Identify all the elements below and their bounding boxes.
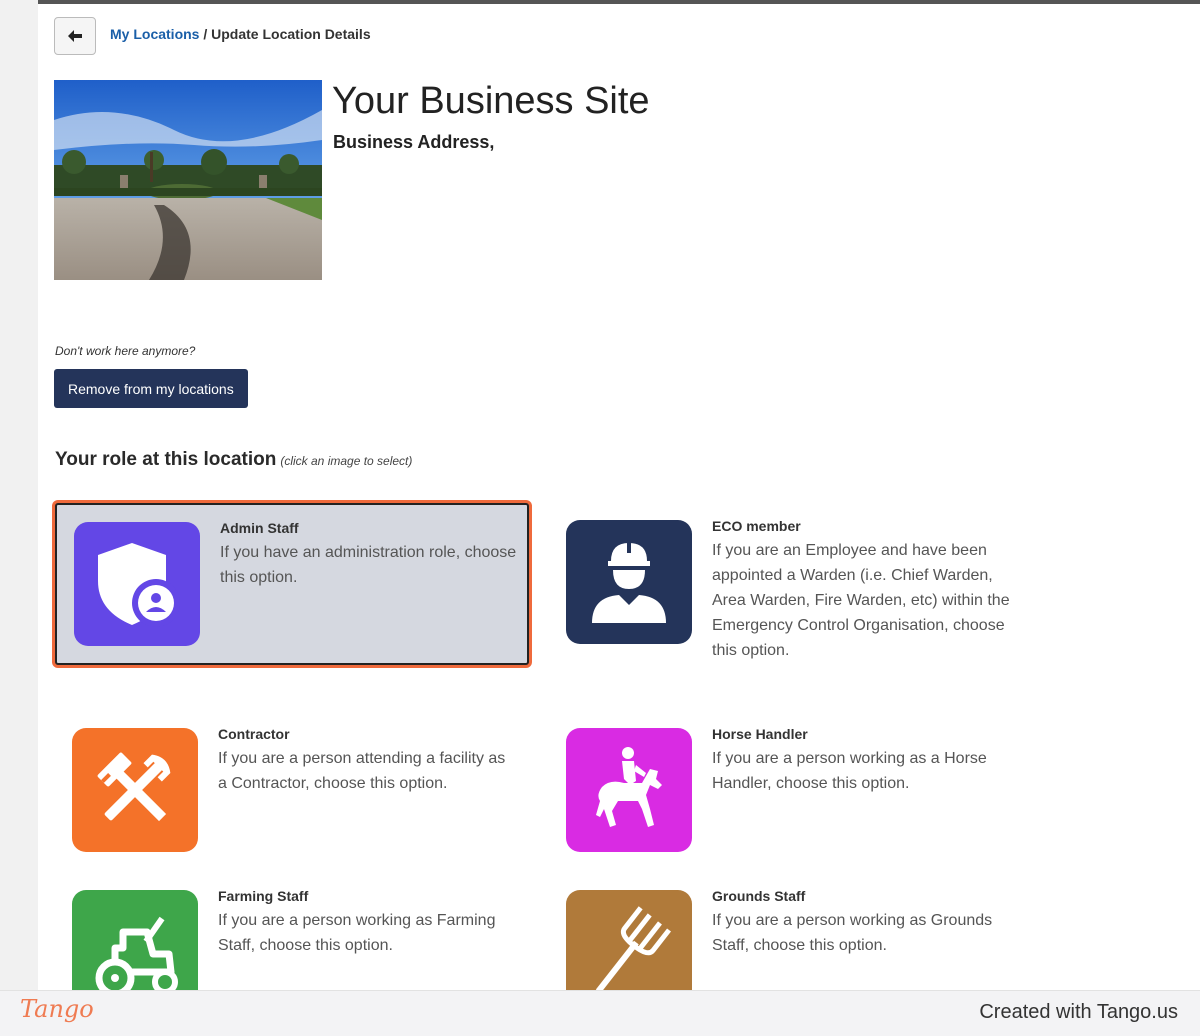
tango-footer: Tango Created with Tango.us [0, 990, 1200, 1036]
role-card-contractor[interactable]: Contractor If you are a person attending… [55, 711, 525, 869]
breadcrumb: My Locations / Update Location Details [110, 26, 371, 42]
hardhat-worker-icon[interactable] [566, 520, 692, 644]
shield-user-icon[interactable] [74, 522, 200, 646]
role-section-hint: (click an image to select) [280, 454, 413, 468]
tools-icon[interactable] [72, 728, 198, 852]
leave-location-note: Don't work here anymore? [55, 344, 196, 358]
pitchfork-icon[interactable] [566, 890, 692, 990]
role-description: If you are a person attending a facility… [218, 750, 506, 792]
arrow-left-icon [68, 30, 82, 42]
breadcrumb-my-locations-link[interactable]: My Locations [110, 26, 199, 42]
role-description: If you are a person working as Grounds S… [712, 912, 993, 954]
role-card-farming-staff[interactable]: Farming Staff If you are a person workin… [55, 873, 525, 990]
location-address: Business Address, [333, 132, 495, 152]
back-button[interactable] [54, 17, 96, 55]
role-name: Farming Staff [218, 888, 309, 904]
role-card-admin-staff[interactable]: Admin Staff If you have an administratio… [55, 503, 529, 665]
location-photo [54, 80, 322, 280]
role-name: Horse Handler [712, 726, 808, 742]
tango-logo[interactable]: Tango [20, 995, 94, 1023]
role-card-eco-member[interactable]: ECO member If you are an Employee and ha… [549, 503, 1019, 661]
page-content: My Locations / Update Location Details Y… [38, 4, 1200, 990]
role-description: If you are a person working as a Horse H… [712, 750, 987, 792]
location-title: Your Business Site [332, 80, 650, 122]
left-gutter [0, 0, 39, 990]
role-card-grounds-staff[interactable]: Grounds Staff If you are a person workin… [549, 873, 1019, 990]
created-with-credit: Created with Tango.us [979, 1001, 1178, 1023]
breadcrumb-current: Update Location Details [211, 26, 371, 42]
horse-rider-icon[interactable] [566, 728, 692, 852]
tractor-icon[interactable] [72, 890, 198, 990]
role-name: ECO member [712, 518, 801, 534]
role-description: If you are an Employee and have been app… [712, 542, 1010, 659]
remove-location-button[interactable]: Remove from my locations [54, 369, 248, 408]
breadcrumb-separator: / [199, 26, 212, 42]
role-description: If you are a person working as Farming S… [218, 912, 496, 954]
role-name: Grounds Staff [712, 888, 806, 904]
role-card-horse-handler[interactable]: Horse Handler If you are a person workin… [549, 711, 1019, 869]
role-name: Contractor [218, 726, 290, 742]
role-section-heading: Your role at this location (click an imag… [55, 449, 412, 471]
role-section-title: Your role at this location [55, 449, 277, 470]
role-name: Admin Staff [220, 520, 299, 536]
role-description: If you have an administration role, choo… [220, 544, 517, 586]
